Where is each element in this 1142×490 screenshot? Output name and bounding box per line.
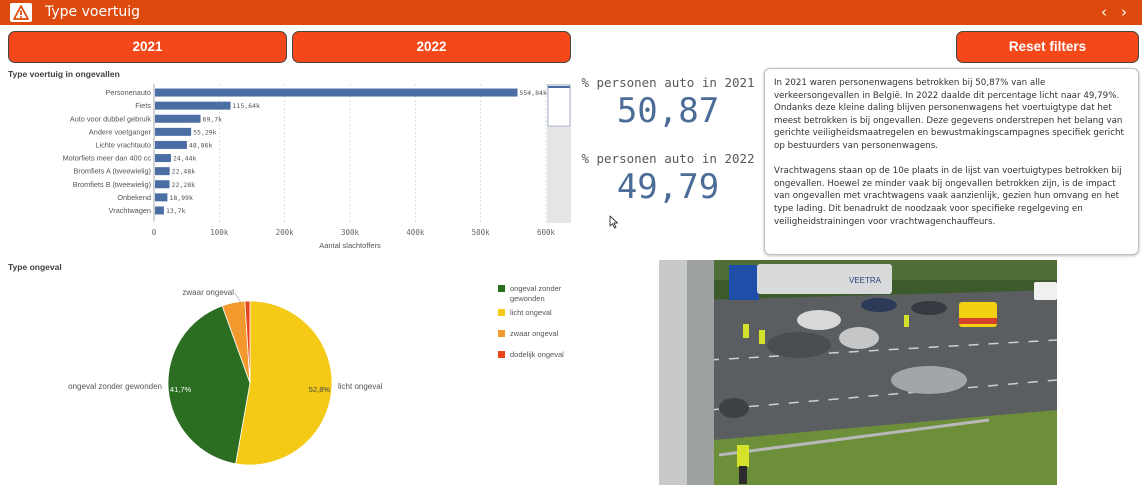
warning-icon (10, 3, 32, 22)
accident-type-pie-chart: 52,8% 41,7% licht ongeval ongeval zonder ge… (68, 288, 383, 466)
kpi-2022-label: % personen auto in 2022 (581, 151, 755, 166)
kpi-2022-value: 49,79 (616, 167, 720, 207)
bar[interactable] (155, 167, 170, 176)
legend-swatch (498, 330, 505, 337)
previous-sheet-button[interactable]: ‹ (1101, 2, 1107, 22)
bar-value-label: 69,7k (203, 115, 223, 123)
bar-value-label: 48,86k (189, 141, 213, 149)
category-label: Lichte vrachtauto (95, 140, 151, 149)
bar-value-label: 24,44k (173, 155, 197, 163)
legend-label: zwaar ongeval (510, 329, 559, 338)
category-label: Fiets (135, 101, 151, 110)
year-2022-button[interactable]: 2022 (292, 31, 571, 63)
x-tick-label: 500k (472, 228, 491, 237)
bar-value-label: 115,64k (233, 102, 260, 110)
category-label: Vrachtwagen (109, 206, 151, 215)
accident-photo: VEETRA (659, 260, 1057, 485)
bar[interactable] (155, 206, 164, 215)
legend-label: licht ongeval (510, 308, 552, 317)
x-tick-label: 100k (210, 228, 229, 237)
vehicle-type-bar-chart: 0 100k 200k 300k 400k 500k 600k Personenauto 554… (63, 84, 571, 250)
bar[interactable] (155, 180, 170, 189)
bar-value-label: 22,28k (172, 181, 196, 189)
truck-brand-text: VEETRA (849, 276, 882, 285)
pie-slice-value-label: 52,8% (309, 385, 331, 394)
kpi-2021-label: % personen auto in 2021 (581, 75, 755, 90)
x-tick-label: 600k (537, 228, 556, 237)
category-label: Personenauto (106, 88, 151, 97)
page-title: Type voertuig (45, 4, 140, 20)
bar-value-label: 18,99k (169, 194, 193, 202)
category-label: Motorfiets meer dan 400 cc (63, 154, 152, 163)
category-label: Bromfiets B (tweewielig) (73, 180, 151, 189)
bar[interactable] (155, 88, 518, 97)
bar-value-label: 554,84k (519, 89, 546, 97)
explanation-paragraph-trucks: Vrachtwagens staan op de 10e plaats in d… (774, 166, 1122, 227)
reset-filters-button[interactable]: Reset filters (956, 31, 1139, 63)
explanation-paragraph-cars: In 2021 waren personenwagens betrokken b… (774, 78, 1124, 151)
explanation-textbox: In 2021 waren personenwagens betrokken b… (764, 68, 1139, 255)
bar-value-label: 55,29k (193, 128, 217, 136)
bar[interactable] (155, 127, 192, 136)
category-label: Andere voetganger (89, 127, 152, 136)
x-tick-label: 400k (406, 228, 425, 237)
category-label: Bromfiets A (tweewielig) (74, 167, 151, 176)
legend-swatch (498, 351, 505, 358)
pie-slice-value-label: 41,7% (170, 385, 192, 394)
legend-swatch (498, 285, 505, 292)
legend-swatch (498, 309, 505, 316)
bar[interactable] (155, 114, 201, 123)
mouse-cursor-icon (609, 215, 618, 229)
x-tick-label: 200k (276, 228, 295, 237)
category-label: Auto voor dubbel gebruik (70, 114, 151, 123)
next-sheet-button[interactable]: › (1121, 2, 1127, 22)
chart-scrollbar-thumb[interactable] (547, 84, 571, 127)
vehicle-chart-title: Type voertuig in ongevallen (8, 69, 120, 79)
pie-outer-label: ongeval zonder gewonden (68, 382, 162, 391)
bar[interactable] (155, 154, 171, 163)
legend-label: ongeval zonder gewonden (510, 284, 562, 303)
legend-label: dodelijk ongeval (510, 350, 564, 359)
header-bar: Type voertuig ‹ › (0, 0, 1142, 25)
bar[interactable] (155, 101, 231, 110)
year-2021-button[interactable]: 2021 (8, 31, 287, 63)
x-tick-label: 0 (152, 228, 157, 237)
bar-value-label: 22,48k (172, 168, 196, 176)
bar[interactable] (155, 140, 187, 149)
bar[interactable] (155, 193, 168, 202)
kpi-2021-value: 50,87 (616, 91, 720, 131)
pie-outer-label: licht ongeval (338, 382, 383, 391)
category-label: Onbekend (117, 193, 151, 202)
x-tick-label: 300k (341, 228, 360, 237)
pie-outer-label: zwaar ongeval (182, 288, 234, 297)
bar-value-label: 13,7k (166, 207, 186, 215)
dashboard: Type voertuig ‹ › 2021 2022 Reset filter… (0, 0, 1142, 490)
x-axis-title: Aantal slachtoffers (319, 241, 381, 250)
